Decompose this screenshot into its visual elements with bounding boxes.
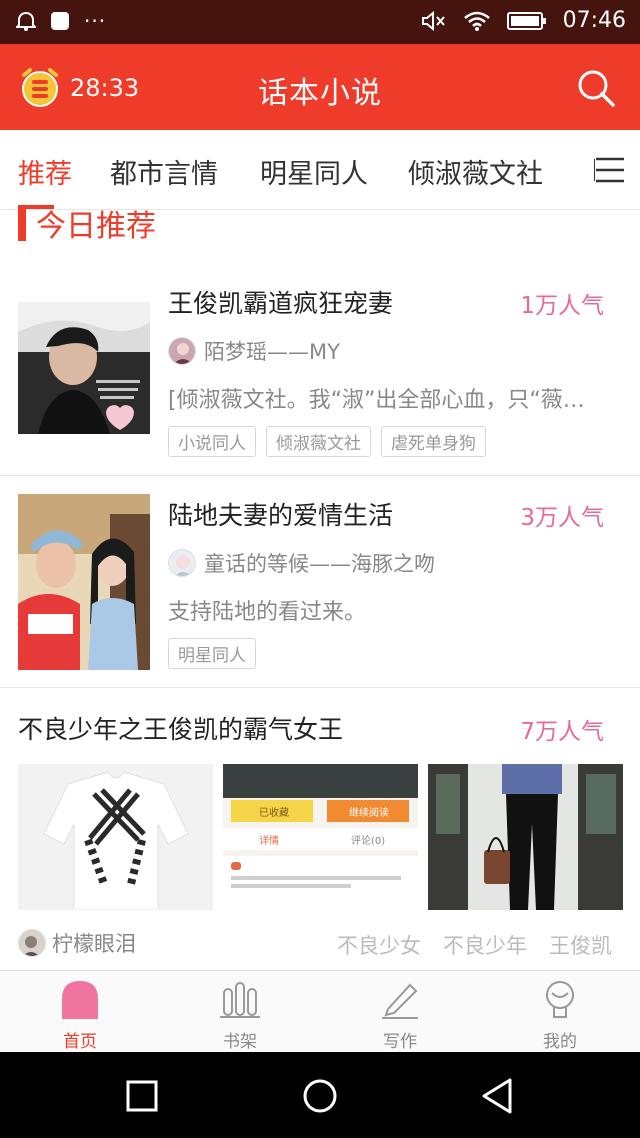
- preview-row-comments: 评论(0): [351, 836, 386, 847]
- tab-qingshuwei-club[interactable]: 倾淑薇文社: [408, 152, 543, 191]
- alarm-icon: [16, 11, 36, 31]
- system-navigation-bar: [0, 1052, 640, 1138]
- nav-home[interactable]: 首页: [40, 979, 120, 1052]
- book-popularity: 1万人气: [520, 293, 604, 319]
- recent-apps-icon[interactable]: [120, 1074, 164, 1118]
- book-tag[interactable]: 虐死单身狗: [381, 426, 486, 457]
- cover-image: [18, 494, 150, 670]
- book-popularity: 3万人气: [520, 505, 604, 531]
- book-cover[interactable]: [18, 494, 150, 670]
- preview-image-outfit[interactable]: [428, 764, 623, 910]
- nav-label: 我的: [543, 1032, 577, 1052]
- book-card[interactable]: 陆地夫妻的爱情生活 3万人气 童话的等候——海豚之吻 支持陆地的看过来。 明星同…: [0, 476, 640, 688]
- author-avatar: [18, 929, 46, 957]
- status-time: 07:46: [562, 8, 626, 33]
- book-tag[interactable]: 明星同人: [168, 638, 256, 669]
- nav-profile[interactable]: 我的: [520, 979, 600, 1052]
- book-tag[interactable]: 倾淑薇文社: [266, 426, 371, 457]
- section-title: 今日推荐: [36, 209, 156, 244]
- preview-row-details: 详情: [259, 836, 279, 847]
- cover-image: [18, 302, 150, 434]
- book-title[interactable]: 不良少年之王俊凯的霸气女王: [18, 710, 343, 746]
- book-author[interactable]: 童话的等候——海豚之吻: [168, 548, 435, 578]
- mute-icon: [421, 10, 445, 31]
- category-tabs: 推荐 都市言情 明星同人 倾淑薇文社 [: [0, 130, 640, 210]
- author-avatar: [168, 549, 196, 577]
- search-icon[interactable]: [576, 68, 616, 108]
- book-author[interactable]: 陌梦瑶——MY: [168, 336, 340, 366]
- section-header: 今日推荐: [18, 200, 156, 246]
- book-tag[interactable]: 小说同人: [168, 426, 256, 457]
- status-bar: ··· 07:46: [0, 0, 640, 44]
- bottom-navigation: 首页 书架 写作 我的: [0, 970, 640, 1052]
- author-name: 柠檬眼泪: [52, 932, 136, 956]
- status-right: 07:46: [421, 8, 626, 33]
- nav-label: 首页: [63, 1032, 97, 1052]
- preview-image-app-screen[interactable]: 已收藏 继续阅读 详情 评论(0): [223, 764, 418, 910]
- book-title[interactable]: 陆地夫妻的爱情生活: [168, 496, 393, 532]
- home-button-icon[interactable]: [298, 1074, 342, 1118]
- profile-icon: [546, 981, 574, 1018]
- book-tag[interactable]: 不良少年: [443, 930, 527, 960]
- author-avatar: [168, 337, 196, 365]
- book-tags: 小说同人 倾淑薇文社 虐死单身狗: [168, 426, 486, 457]
- status-left: ···: [16, 10, 106, 32]
- book-description: 支持陆地的看过来。: [168, 600, 367, 625]
- book-author[interactable]: 柠檬眼泪: [18, 928, 136, 958]
- wifi-icon: [463, 11, 490, 31]
- pencil-icon: [382, 983, 418, 1019]
- battery-icon: [506, 11, 546, 30]
- nav-bookshelf[interactable]: 书架: [200, 979, 280, 1052]
- book-card[interactable]: 王俊凯霸道疯狂宠妻 1万人气 陌梦瑶——MY [倾淑薇文社。我“淑”出全部心血，…: [0, 270, 640, 476]
- preview-image-sweater[interactable]: [18, 764, 213, 910]
- tab-celebrity-fanfic[interactable]: 明星同人: [260, 152, 368, 191]
- tab-urban-romance[interactable]: 都市言情: [110, 152, 218, 191]
- book-cover[interactable]: [18, 302, 150, 434]
- menu-icon: [594, 157, 624, 183]
- tab-menu-button[interactable]: [584, 130, 640, 209]
- bookshelf-icon: [220, 982, 260, 1018]
- preview-btn-collected: 已收藏: [259, 808, 289, 819]
- more-dots-icon: ···: [84, 9, 107, 33]
- author-name: 陌梦瑶——MY: [204, 340, 340, 364]
- tab-recommend[interactable]: 推荐: [18, 152, 72, 191]
- featured-book-card[interactable]: 不良少年之王俊凯的霸气女王 7万人气 已收藏 继续阅读 详情 评论(0) 柠檬眼…: [0, 688, 640, 970]
- book-preview-images[interactable]: 已收藏 继续阅读 详情 评论(0): [18, 764, 623, 910]
- book-tag[interactable]: 不良少女: [337, 930, 421, 960]
- book-tag[interactable]: 王俊凯: [549, 930, 612, 960]
- app-title: 话本小说: [258, 76, 382, 111]
- book-tags: 不良少女 不良少年 王俊凯: [337, 930, 612, 960]
- preview-btn-continue: 继续阅读: [349, 808, 389, 819]
- book-title[interactable]: 王俊凯霸道疯狂宠妻: [168, 284, 393, 320]
- book-description: [倾淑薇文社。我“淑”出全部心血，只“薇…: [168, 388, 585, 413]
- app-header: 28:33 话本小说: [0, 44, 640, 130]
- book-tags: 明星同人: [168, 638, 256, 669]
- author-name: 童话的等候——海豚之吻: [204, 552, 435, 576]
- home-icon: [62, 981, 98, 1019]
- nav-label: 书架: [223, 1032, 257, 1052]
- nav-label: 写作: [383, 1032, 417, 1052]
- book-popularity: 7万人气: [520, 719, 604, 745]
- back-icon[interactable]: [476, 1074, 520, 1118]
- section-accent-bar: [18, 205, 54, 241]
- nav-write[interactable]: 写作: [360, 979, 440, 1052]
- notification-square-icon: [51, 12, 69, 30]
